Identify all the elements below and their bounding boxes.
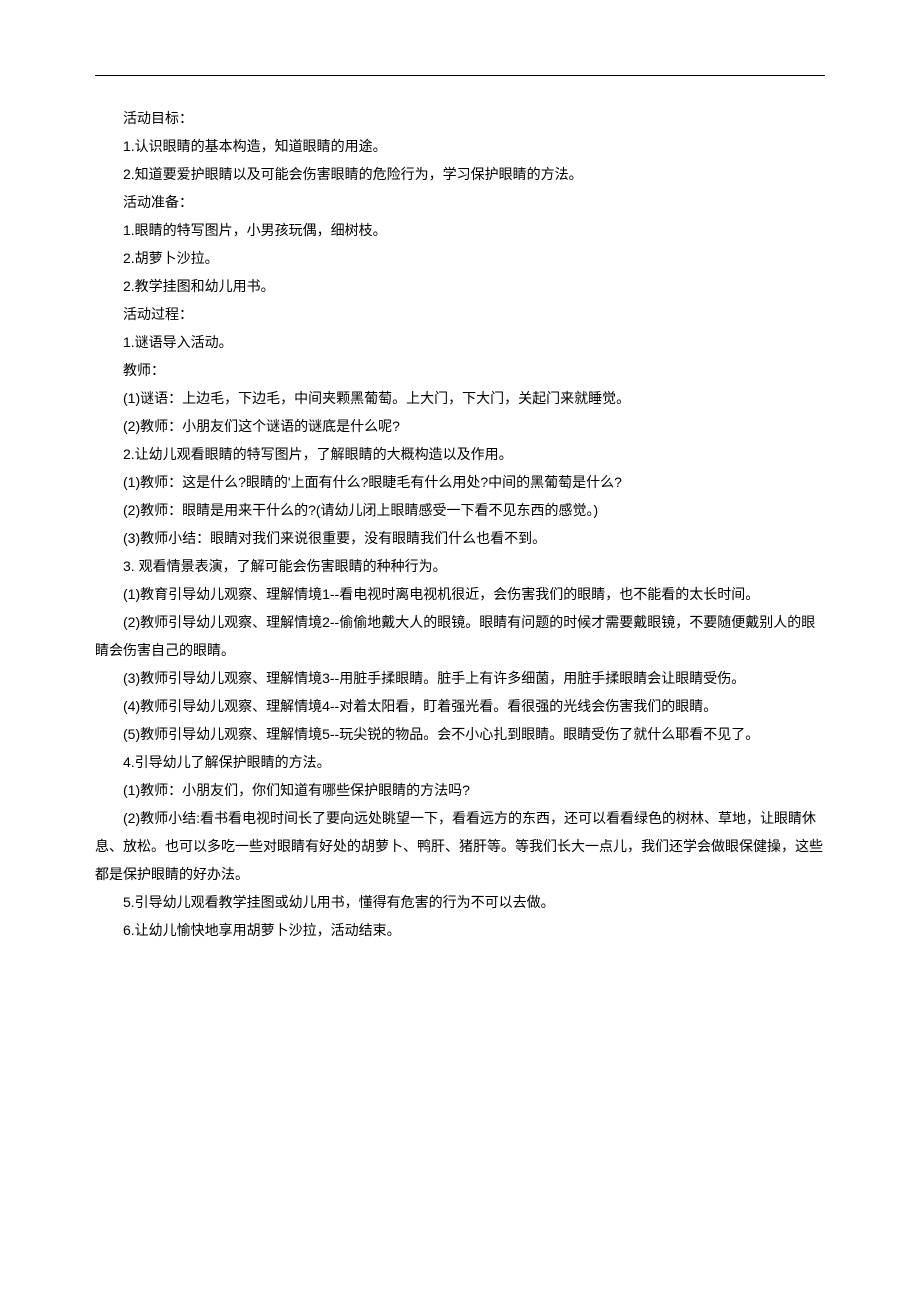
text-line: 活动目标： [123,104,825,132]
text-line: 都是保护眼睛的好办法。 [95,860,825,888]
wrapped-paragraph: (2)教师小结:看书看电视时间长了要向远处眺望一下，看看远方的东西，还可以看看绿… [95,804,825,832]
text-line: (2)教师：眼睛是用来干什么的?(请幼儿闭上眼睛感受一下看不见东西的感觉。) [123,496,825,524]
text-line: 6.让幼儿愉快地享用胡萝卜沙拉，活动结束。 [123,916,825,944]
text-line: (5)教师引导幼儿观察、理解情境5--玩尖锐的物品。会不小心扎到眼睛。眼睛受伤了… [123,720,825,748]
wrapped-continuation: 睛会伤害自己的眼睛。 [95,636,825,664]
document-body: (3)教师引导幼儿观察、理解情境3--用脏手揉眼睛。脏手上有许多细菌，用脏手揉眼… [95,664,825,804]
horizontal-divider [95,75,825,76]
text-line: 1.眼睛的特写图片，小男孩玩偶，细树枝。 [123,216,825,244]
text-line: (3)教师小结：眼睛对我们来说很重要，没有眼睛我们什么也看不到。 [123,524,825,552]
text-line: (1)谜语：上边毛，下边毛，中间夹颗黑葡萄。上大门，下大门，关起门来就睡觉。 [123,384,825,412]
text-line: (3)教师引导幼儿观察、理解情境3--用脏手揉眼睛。脏手上有许多细菌，用脏手揉眼… [123,664,825,692]
document-body: 5.引导幼儿观看教学挂图或幼儿用书，懂得有危害的行为不可以去做。 6.让幼儿愉快… [95,888,825,944]
text-line: 2.知道要爱护眼睛以及可能会伤害眼睛的危险行为，学习保护眼睛的方法。 [123,160,825,188]
document-body: 活动目标： 1.认识眼睛的基本构造，知道眼睛的用途。 2.知道要爱护眼睛以及可能… [95,104,825,608]
wrapped-paragraph: (2)教师引导幼儿观察、理解情境2--偷偷地戴大人的眼镜。眼睛有问题的时候才需要… [95,608,825,636]
text-line: 5.引导幼儿观看教学挂图或幼儿用书，懂得有危害的行为不可以去做。 [123,888,825,916]
text-line: (4)教师引导幼儿观察、理解情境4--对着太阳看，盯着强光看。看很强的光线会伤害… [123,692,825,720]
text-line: 息、放松。也可以多吃一些对眼睛有好处的胡萝卜、鸭肝、猪肝等。等我们长大一点儿，我… [95,832,825,860]
text-line: 2.教学挂图和幼儿用书。 [123,272,825,300]
text-line: 1.认识眼睛的基本构造，知道眼睛的用途。 [123,132,825,160]
text-line: 4.引导幼儿了解保护眼睛的方法。 [123,748,825,776]
text-line: 2.让幼儿观看眼睛的特写图片，了解眼睛的大概构造以及作用。 [123,440,825,468]
text-line: (1)教师：小朋友们，你们知道有哪些保护眼睛的方法吗? [123,776,825,804]
text-line: (2)教师：小朋友们这个谜语的谜底是什么呢? [123,412,825,440]
text-line: 教师： [123,356,825,384]
text-line: 1.谜语导入活动。 [123,328,825,356]
text-line: 睛会伤害自己的眼睛。 [95,636,825,664]
text-line: (2)教师引导幼儿观察、理解情境2--偷偷地戴大人的眼镜。眼睛有问题的时候才需要… [123,608,825,636]
text-line: 2.胡萝卜沙拉。 [123,244,825,272]
text-line: (2)教师小结:看书看电视时间长了要向远处眺望一下，看看远方的东西，还可以看看绿… [123,804,825,832]
text-line: 活动准备： [123,188,825,216]
wrapped-continuation: 息、放松。也可以多吃一些对眼睛有好处的胡萝卜、鸭肝、猪肝等。等我们长大一点儿，我… [95,832,825,888]
text-line: 3. 观看情景表演，了解可能会伤害眼睛的种种行为。 [123,552,825,580]
text-line: (1)教育引导幼儿观察、理解情境1--看电视时离电视机很近，会伤害我们的眼睛，也… [123,580,825,608]
text-line: 活动过程： [123,300,825,328]
text-line: (1)教师：这是什么?眼睛的'上面有什么?眼睫毛有什么用处?中间的黑葡萄是什么? [123,468,825,496]
